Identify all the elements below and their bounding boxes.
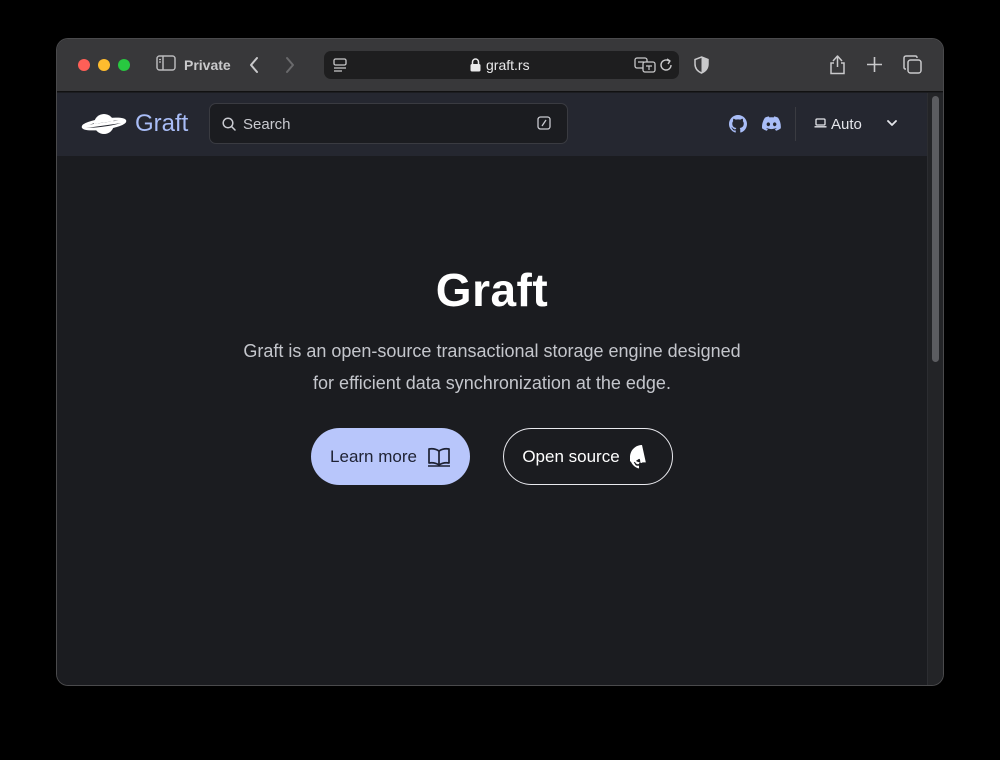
book-icon	[427, 447, 451, 467]
lock-icon	[470, 58, 481, 72]
tabs-overview-icon[interactable]	[903, 55, 922, 74]
header-divider	[795, 107, 796, 141]
page-menu-icon[interactable]	[333, 58, 347, 72]
shield-icon[interactable]	[694, 56, 709, 74]
zoom-window-button[interactable]	[118, 59, 130, 71]
search-icon	[222, 117, 236, 131]
hero-description: Graft is an open-source transactional st…	[243, 341, 741, 393]
laptop-icon	[814, 118, 827, 128]
page-scrollbar[interactable]	[927, 93, 943, 685]
private-mode-label: Private	[184, 57, 231, 73]
web-page: Graft Search Auto Graft Graft is an open…	[57, 93, 927, 685]
open-source-button[interactable]: Open source	[503, 428, 673, 485]
github-icon[interactable]	[729, 115, 747, 133]
learn-more-button[interactable]: Learn more	[311, 428, 470, 485]
url-text[interactable]: graft.rs	[486, 57, 530, 73]
reload-icon[interactable]	[659, 58, 673, 72]
browser-toolbar: Private graft.rs	[57, 39, 943, 92]
planet-logo-icon[interactable]	[81, 109, 127, 144]
share-icon[interactable]	[829, 54, 846, 75]
theme-select[interactable]: Auto	[831, 116, 862, 133]
discord-icon[interactable]	[762, 116, 781, 131]
translate-icon[interactable]	[634, 57, 656, 73]
browser-window: Private graft.rs Graft Search Auto Graft…	[57, 39, 943, 685]
back-icon[interactable]	[248, 56, 260, 74]
chevron-down-icon[interactable]	[886, 119, 898, 127]
forward-icon[interactable]	[284, 56, 296, 74]
site-header: Graft Search Auto	[57, 93, 927, 156]
open-source-label: Open source	[522, 446, 620, 466]
new-tab-icon[interactable]	[866, 56, 883, 73]
github-icon	[629, 444, 654, 469]
search-placeholder: Search	[243, 116, 291, 133]
close-window-button[interactable]	[78, 59, 90, 71]
keyboard-shortcut-icon	[537, 116, 551, 130]
address-bar[interactable]: graft.rs	[324, 51, 679, 79]
scrollbar-thumb[interactable]	[932, 96, 939, 362]
minimize-window-button[interactable]	[98, 59, 110, 71]
learn-more-label: Learn more	[330, 446, 417, 466]
site-logo-text[interactable]: Graft	[135, 110, 188, 138]
search-input[interactable]: Search	[209, 103, 568, 144]
sidebar-icon[interactable]	[156, 55, 176, 71]
hero-title: Graft	[435, 264, 549, 316]
